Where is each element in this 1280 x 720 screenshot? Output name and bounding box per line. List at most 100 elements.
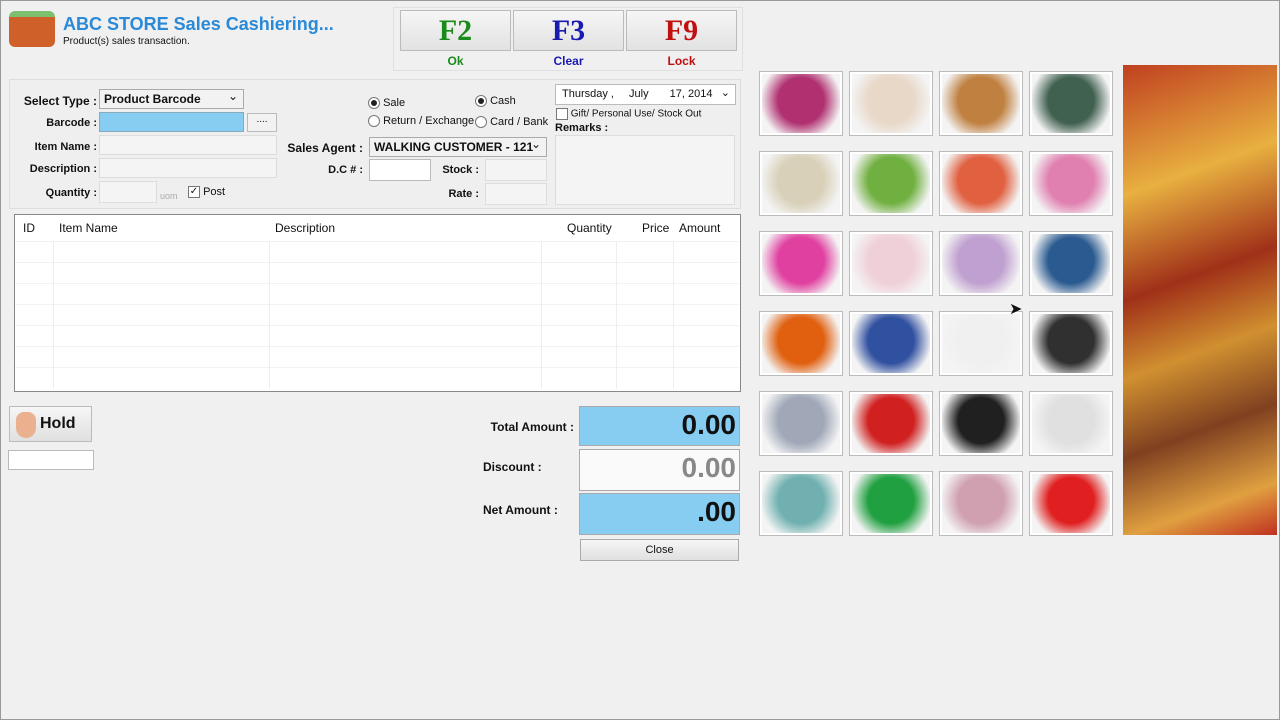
- radio-icon: [368, 115, 380, 128]
- product-tile[interactable]: [759, 391, 843, 456]
- fkey-f9-button[interactable]: F9: [626, 10, 737, 51]
- quantity-label: Quantity :: [45, 187, 97, 199]
- column-header[interactable]: Description: [275, 221, 335, 235]
- chevron-down-icon: ⌄: [720, 87, 730, 99]
- remarks-label: Remarks :: [555, 122, 609, 134]
- barcode-label: Barcode :: [46, 117, 97, 129]
- necklace-icon: [1032, 234, 1110, 293]
- stock-field: [485, 159, 547, 181]
- product-tile[interactable]: [939, 231, 1023, 296]
- perfume-icon: [762, 234, 840, 293]
- product-tile[interactable]: [849, 231, 933, 296]
- razor-pack-icon: [852, 314, 930, 373]
- checkbox-icon: [556, 108, 568, 120]
- product-tile[interactable]: [939, 471, 1023, 536]
- product-tile[interactable]: [759, 151, 843, 216]
- fkey-f3-button[interactable]: F3: [513, 10, 624, 51]
- food-collage-image: [1123, 65, 1277, 535]
- sale-radio[interactable]: Sale: [368, 97, 405, 110]
- card-radio[interactable]: Card / Bank: [475, 116, 548, 129]
- date-picker[interactable]: Thursday , July 17, 2014 ⌄: [555, 84, 736, 105]
- product-tile[interactable]: [849, 391, 933, 456]
- cream-icon: [852, 234, 930, 293]
- column-header[interactable]: Amount: [679, 221, 720, 235]
- fkey-f3-caption: Clear: [553, 54, 584, 68]
- product-tile[interactable]: [759, 231, 843, 296]
- row-divider: [15, 241, 739, 242]
- total-amount-label: Total Amount :: [490, 420, 574, 434]
- product-tile[interactable]: [1029, 231, 1113, 296]
- column-header[interactable]: Quantity: [567, 221, 612, 235]
- description-label: Description :: [29, 163, 97, 175]
- product-tile[interactable]: [939, 311, 1023, 376]
- product-tile[interactable]: [939, 151, 1023, 216]
- row-divider: [15, 367, 739, 368]
- app-subtitle: Product(s) sales transaction.: [63, 36, 190, 47]
- product-tile[interactable]: [1029, 311, 1113, 376]
- dress-icon: [762, 74, 840, 133]
- product-tile[interactable]: [759, 71, 843, 136]
- mouse-cursor-icon: ➤: [1009, 301, 1023, 318]
- saree-icon: [1032, 74, 1110, 133]
- close-button[interactable]: Close: [580, 539, 739, 561]
- bracelets-icon: [942, 234, 1020, 293]
- product-tile[interactable]: [939, 71, 1023, 136]
- column-header[interactable]: ID: [23, 221, 35, 235]
- suit-icon: [942, 74, 1020, 133]
- toy-box-icon: [852, 154, 930, 213]
- description-field[interactable]: [99, 158, 277, 178]
- radio-icon: [475, 95, 487, 108]
- column-divider: [673, 241, 674, 389]
- tape-dispenser-icon: [852, 474, 930, 533]
- barcode-input[interactable]: [99, 112, 244, 132]
- column-divider: [541, 241, 542, 389]
- discount-input[interactable]: 0.00: [579, 449, 740, 491]
- column-header[interactable]: Item Name: [59, 221, 118, 235]
- row-divider: [15, 346, 739, 347]
- post-checkbox[interactable]: ✓ Post: [188, 186, 225, 199]
- quantity-input[interactable]: [99, 181, 157, 203]
- plug-icon: [762, 314, 840, 373]
- hand-pointer-icon: [16, 412, 36, 438]
- item-name-field[interactable]: [99, 135, 277, 155]
- product-tile[interactable]: [849, 151, 933, 216]
- check-icon: ✓: [188, 186, 200, 199]
- scissors-icon: [942, 314, 1020, 373]
- product-tile[interactable]: [759, 471, 843, 536]
- handbag-icon: [762, 154, 840, 213]
- column-divider: [616, 241, 617, 389]
- discount-label: Discount :: [483, 460, 542, 474]
- return-radio[interactable]: Return / Exchange: [368, 115, 474, 128]
- gift-checkbox[interactable]: Gift/ Personal Use/ Stock Out: [556, 108, 701, 120]
- fkey-f2-button[interactable]: F2: [400, 10, 511, 51]
- model-icon: [942, 474, 1020, 533]
- product-tile[interactable]: [1029, 391, 1113, 456]
- fkey-f9-caption: Lock: [667, 54, 696, 68]
- row-divider: [15, 283, 739, 284]
- product-tile[interactable]: [1029, 71, 1113, 136]
- cash-radio[interactable]: Cash: [475, 95, 516, 108]
- kids-shirts-icon: [942, 154, 1020, 213]
- product-tile[interactable]: [1029, 471, 1113, 536]
- item-name-label: Item Name :: [34, 141, 97, 153]
- hold-input[interactable]: [8, 450, 94, 470]
- column-divider: [53, 241, 54, 389]
- product-tile[interactable]: [849, 71, 933, 136]
- dc-label: D.C # :: [328, 164, 363, 176]
- product-tile[interactable]: [939, 391, 1023, 456]
- product-tile[interactable]: [1029, 151, 1113, 216]
- product-tile[interactable]: [849, 311, 933, 376]
- browse-button[interactable]: ....: [247, 113, 277, 132]
- hold-button[interactable]: Hold: [9, 406, 92, 442]
- product-tile[interactable]: [759, 311, 843, 376]
- stock-label: Stock :: [442, 164, 479, 176]
- column-header[interactable]: Price: [642, 221, 669, 235]
- select-type-dropdown[interactable]: Product Barcode: [99, 89, 244, 109]
- receipt-printer-icon: [1032, 474, 1110, 533]
- product-tile[interactable]: [849, 471, 933, 536]
- app-title: ABC STORE Sales Cashiering...: [63, 14, 334, 34]
- fire-extinguisher-icon: [852, 394, 930, 453]
- remarks-textarea[interactable]: [555, 135, 735, 205]
- sales-agent-dropdown[interactable]: WALKING CUSTOMER - 121: [369, 137, 547, 157]
- kurti-icon: [852, 74, 930, 133]
